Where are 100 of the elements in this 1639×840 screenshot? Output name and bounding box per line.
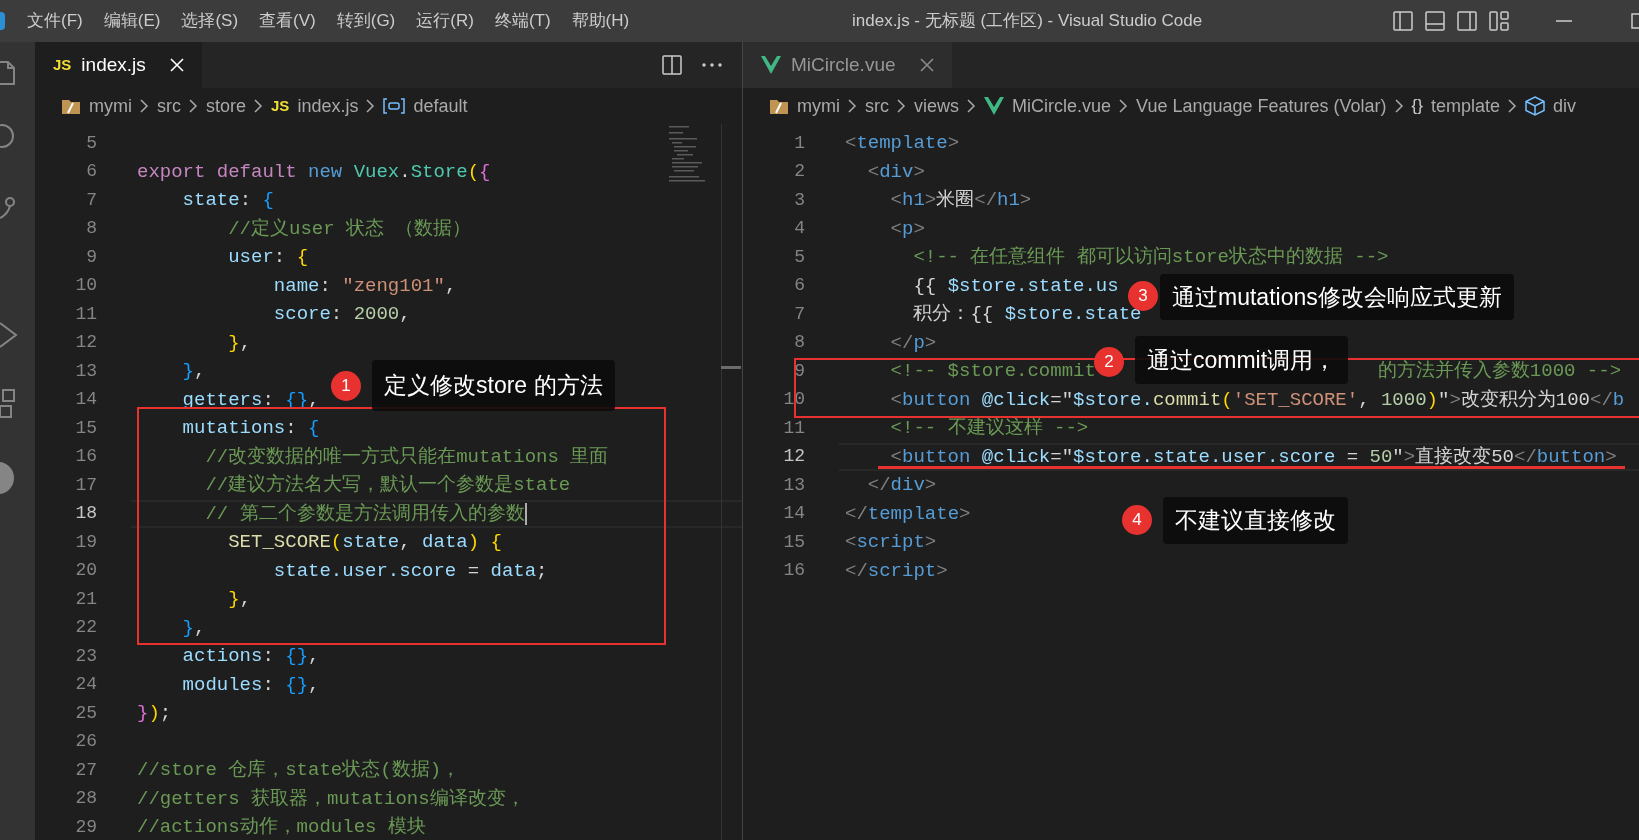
chevron-right-icon	[189, 99, 198, 113]
split-editor-icon[interactable]	[662, 55, 682, 75]
code-token: ;	[536, 558, 548, 584]
menu-item[interactable]: 编辑(E)	[103, 8, 161, 34]
annotation-callout: 定义修改store 的方法	[372, 360, 615, 411]
code-token: state	[181, 188, 240, 213]
code-token: :	[262, 387, 275, 413]
code-token: "	[1438, 387, 1450, 413]
breadcrumb-item[interactable]: src	[865, 92, 889, 120]
breadcrumb-item[interactable]: views	[914, 92, 959, 120]
menu-item[interactable]: 选择(S)	[181, 8, 239, 34]
breadcrumb-item[interactable]: index.js	[297, 92, 359, 120]
code-comment: <!-- 不建议这样 -->	[889, 416, 1089, 441]
code-token: mutations	[181, 416, 286, 441]
code-token: >	[1605, 444, 1617, 470]
code-token: template	[856, 131, 948, 156]
editor-tab[interactable]: MiCircle.vue	[743, 42, 952, 88]
line-number: 4	[793, 217, 805, 241]
code-token: }	[137, 701, 149, 726]
code-token: {}	[285, 672, 309, 698]
code-token: :	[273, 245, 287, 270]
breadcrumb-item[interactable]: mymi	[89, 92, 132, 120]
panel-layout-icon[interactable]	[1425, 11, 1445, 31]
menu-item[interactable]: 终端(T)	[494, 8, 551, 34]
code-token: >	[924, 330, 937, 356]
menu-item[interactable]: 查看(V)	[259, 8, 316, 34]
folder-icon	[61, 97, 81, 115]
code-token: ,	[194, 359, 206, 384]
code-token: </	[889, 330, 914, 356]
line-number: 9	[793, 359, 805, 383]
code-token: =	[1345, 444, 1360, 470]
text-cursor	[524, 502, 527, 525]
code-token: 50	[1369, 444, 1393, 470]
annotation-callout: 通过mutations修改会响应式更新	[1160, 274, 1514, 320]
code-token: }	[227, 587, 240, 612]
code-token: ,	[1358, 387, 1371, 413]
code-token: =	[466, 558, 481, 584]
editor-tab[interactable]: JS index.js	[35, 42, 202, 88]
breadcrumb-item[interactable]: MiCircle.vue	[1012, 92, 1112, 120]
code-comment: //改变数据的唯一方式只能在mutations 里面	[204, 444, 609, 470]
run-debug-icon[interactable]	[0, 320, 18, 350]
line-number: 29	[74, 815, 97, 839]
code-token: (	[1221, 387, 1233, 413]
more-icon[interactable]	[702, 63, 722, 67]
line-number: 1	[793, 131, 805, 155]
menu-item[interactable]: 帮助(H)	[571, 8, 630, 34]
sidebar-layout-icon[interactable]	[1393, 11, 1413, 31]
maximize-icon[interactable]	[1631, 11, 1639, 31]
code-token: state	[342, 530, 400, 555]
code-token: >	[947, 131, 960, 156]
menu-item[interactable]: 运行(R)	[416, 8, 474, 34]
breadcrumb-item[interactable]: div	[1552, 92, 1576, 120]
code-token: (	[467, 159, 480, 185]
code-token: {{	[912, 273, 938, 299]
code-token: state.user.score	[272, 558, 457, 584]
code-token: >	[924, 188, 937, 213]
code-token: ;	[159, 701, 172, 726]
code-token: >	[913, 159, 925, 185]
line-number: 22	[74, 616, 97, 640]
chevron-right-icon	[967, 99, 976, 113]
code-token: </	[1514, 444, 1537, 470]
line-number: 6	[793, 274, 805, 298]
code-token: $store.state.us	[947, 273, 1119, 299]
code-token: :	[239, 188, 253, 213]
line-number: 14	[74, 388, 97, 412]
code-token: button	[1536, 444, 1606, 470]
breadcrumb-item[interactable]: store	[206, 92, 247, 120]
code-token: 1000	[1380, 387, 1427, 413]
annotation-callout: 不建议直接修改	[1163, 497, 1348, 544]
code-token: 直接改变50	[1415, 444, 1514, 470]
code-token: $store.state.user.score	[1073, 444, 1336, 470]
secondary-sidebar-icon[interactable]	[1457, 11, 1477, 31]
code-token: ="	[1050, 387, 1074, 413]
breadcrumb-item[interactable]: default	[413, 92, 468, 120]
code-comment: <!-- $store.commit	[889, 359, 1096, 384]
line-number: 13	[74, 359, 97, 383]
chevron-right-icon	[897, 99, 906, 113]
code-token: user	[227, 245, 274, 270]
code-token: 米圈	[936, 188, 975, 213]
menu-item[interactable]: 文件(F)	[27, 8, 83, 34]
number-badge: 2	[1094, 347, 1124, 377]
breadcrumb-item[interactable]: mymi	[797, 92, 840, 120]
code-token: new	[308, 159, 344, 185]
code-token: template	[867, 501, 960, 527]
line-number: 16	[782, 559, 805, 583]
code-token: .	[399, 159, 411, 185]
chevron-right-icon	[1394, 99, 1404, 113]
breadcrumb-item[interactable]: src	[157, 92, 181, 120]
line-number: 8	[85, 217, 97, 241]
code-token: button	[902, 444, 971, 470]
code-token: {{	[970, 302, 995, 327]
breadcrumb-item[interactable]: template	[1430, 92, 1500, 120]
layout-grid-icon[interactable]	[1489, 11, 1509, 31]
breadcrumb-item[interactable]: Vue Language Features (Volar)	[1136, 92, 1387, 120]
code-token: b	[1612, 387, 1625, 413]
code-token: </	[1590, 387, 1613, 413]
code-token: {	[479, 159, 491, 185]
code-token: ,	[399, 302, 411, 327]
code-token: }	[181, 615, 194, 641]
menu-item[interactable]: 转到(G)	[336, 8, 396, 34]
